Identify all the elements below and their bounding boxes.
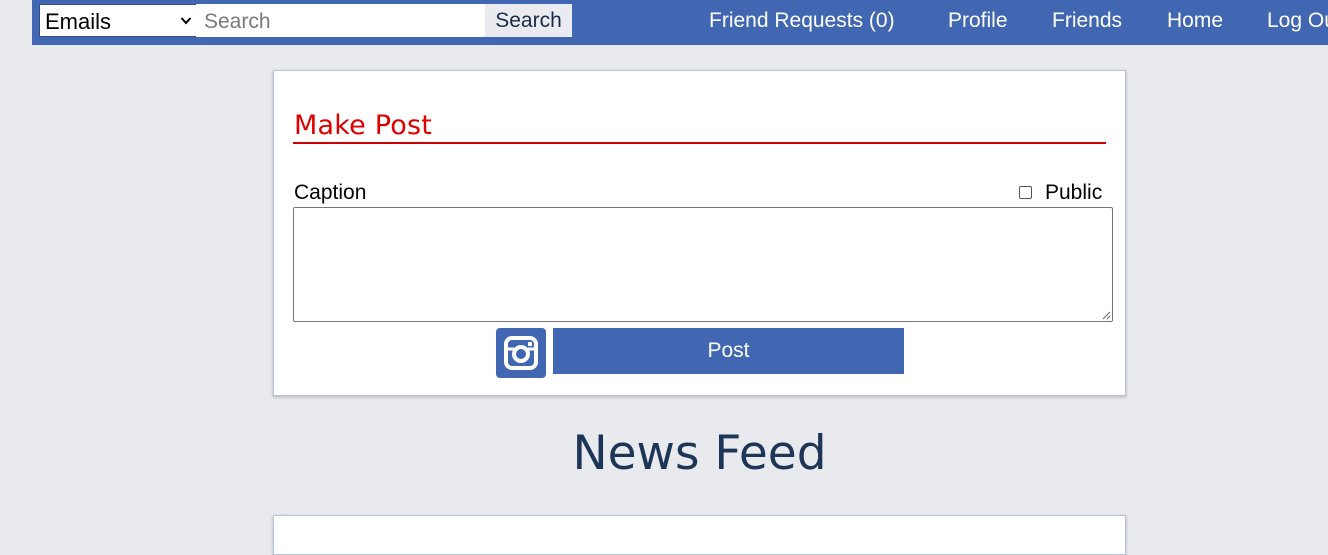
- public-checkbox[interactable]: [1019, 186, 1032, 199]
- top-nav-bar: Emails Search Friend Requests (0) Profil…: [32, 0, 1328, 45]
- search-filter-select[interactable]: Emails: [39, 4, 197, 37]
- feed-post-card: [273, 515, 1126, 555]
- make-post-title: Make Post: [294, 110, 432, 141]
- nav-link-home[interactable]: Home: [1167, 9, 1223, 33]
- nav-link-logout[interactable]: Log Out: [1267, 9, 1328, 33]
- photo-upload-button[interactable]: [496, 328, 546, 378]
- make-post-divider: [293, 142, 1106, 144]
- caption-label: Caption: [294, 181, 367, 204]
- resize-grip-icon[interactable]: [1102, 311, 1111, 320]
- camera-icon: [504, 336, 538, 370]
- nav-link-friends[interactable]: Friends: [1052, 9, 1122, 33]
- caption-textarea[interactable]: [293, 207, 1113, 322]
- search-button[interactable]: Search: [485, 4, 572, 37]
- post-button[interactable]: Post: [553, 328, 904, 374]
- news-feed-heading: News Feed: [572, 426, 827, 481]
- nav-link-friend-requests[interactable]: Friend Requests (0): [709, 9, 895, 33]
- make-post-card: Make Post Caption Public Post: [273, 70, 1126, 396]
- chevron-down-icon: [180, 17, 192, 25]
- search-input[interactable]: [196, 4, 485, 37]
- public-label: Public: [1045, 181, 1103, 204]
- nav-link-profile[interactable]: Profile: [948, 9, 1008, 33]
- search-filter-value: Emails: [45, 9, 112, 34]
- public-toggle[interactable]: Public: [1019, 181, 1109, 207]
